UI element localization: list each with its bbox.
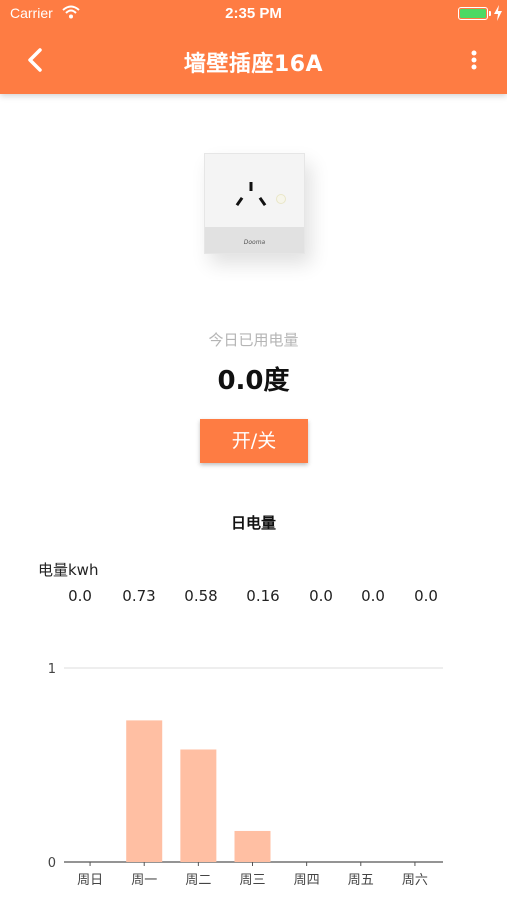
y-tick-label: 1 <box>48 662 56 677</box>
x-tick-label: 周五 <box>348 873 374 888</box>
indicator-light <box>276 194 286 204</box>
chart-title: 日电量 <box>230 514 276 532</box>
page-title: 墙壁插座16A <box>183 52 324 77</box>
socket-holes-icon <box>235 182 267 207</box>
day-value-2: 0.58 <box>184 587 218 605</box>
day-value-0: 0.0 <box>68 587 92 605</box>
more-button[interactable] <box>462 46 486 74</box>
daily-values-row: 0.0 0.73 0.58 0.16 0.0 0.0 0.0 <box>0 587 507 609</box>
status-bar: Carrier 2:35 PM <box>0 0 507 28</box>
power-toggle-button[interactable]: 开/关 <box>200 419 308 463</box>
x-tick-label: 周日 <box>77 873 103 888</box>
day-value-1: 0.73 <box>122 587 156 605</box>
today-usage-label: 今日已用电量 <box>208 331 299 349</box>
chart-bar <box>180 749 217 862</box>
charging-icon <box>494 5 502 21</box>
day-value-5: 0.0 <box>361 587 385 605</box>
x-tick-label: 周六 <box>402 873 428 888</box>
wall-socket-image: Dooma <box>204 153 305 254</box>
x-tick-label: 周三 <box>239 873 265 888</box>
day-value-6: 0.0 <box>414 587 438 605</box>
today-usage-value: 0.0度 <box>217 366 290 396</box>
y-tick-label: 0 <box>48 856 56 871</box>
daily-energy-bar-chart: 0 1 周日 周一 周二 周三 周四 周五 周六 <box>48 662 443 888</box>
x-tick-label: 周四 <box>294 873 320 888</box>
x-tick-label: 周二 <box>185 873 211 888</box>
chart-bar <box>234 830 271 862</box>
chart-bar <box>126 720 163 862</box>
device-brand-logo: Dooma <box>243 239 266 246</box>
day-value-3: 0.16 <box>246 587 280 605</box>
x-tick-label: 周一 <box>131 873 157 888</box>
status-time: 2:35 PM <box>225 5 282 22</box>
navigation-bar: Carrier 2:35 PM 墙壁插座16A <box>0 0 507 94</box>
battery-icon <box>458 7 491 20</box>
more-vertical-icon <box>471 50 477 70</box>
chart-unit-label: 电量kwh <box>38 561 99 579</box>
day-value-4: 0.0 <box>309 587 333 605</box>
